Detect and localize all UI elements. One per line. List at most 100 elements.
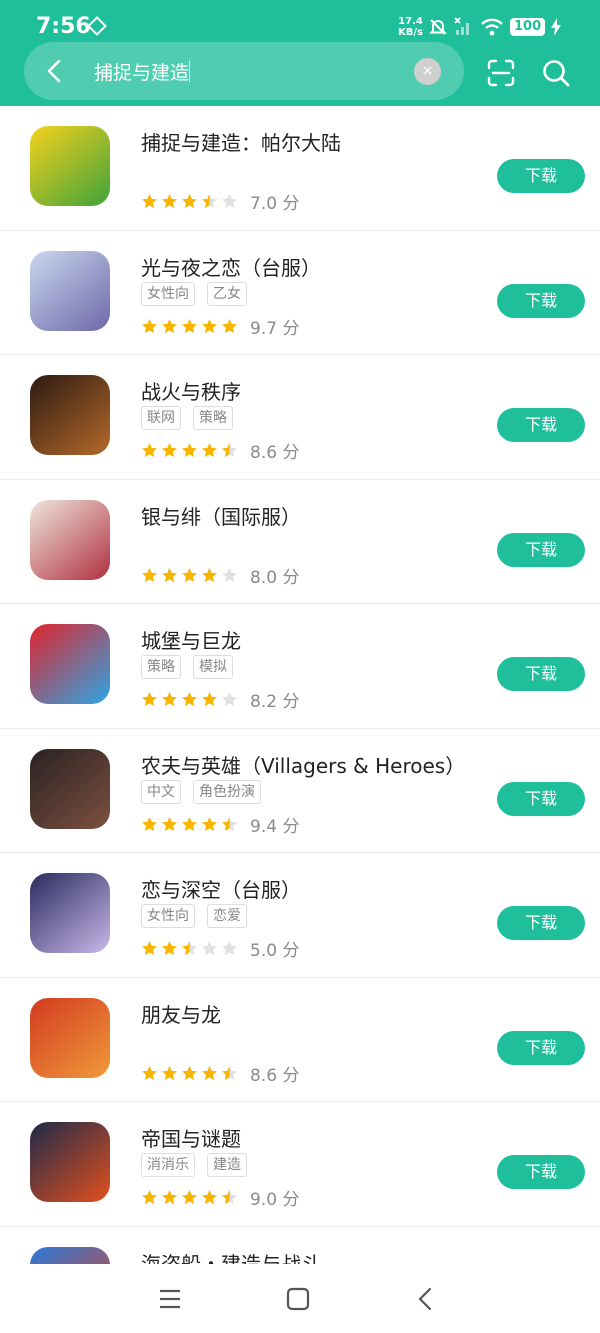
app-row[interactable]: 战火与秩序 联网 策略 8.6 分 下载 (0, 355, 600, 480)
score-unit: 分 (277, 816, 300, 837)
star-empty-icon (222, 941, 237, 956)
app-icon[interactable] (30, 1122, 110, 1202)
download-button[interactable]: 下载 (497, 1155, 585, 1189)
app-icon[interactable] (30, 748, 110, 829)
star-full-icon (142, 1190, 157, 1205)
star-full-icon (202, 443, 217, 458)
star-full-icon (182, 1190, 197, 1205)
score-value: 8.6 (250, 1065, 278, 1086)
app-score: 7.0 分 (250, 189, 299, 214)
app-row[interactable]: 恋与深空（台服） 女性向 恋爱 5.0 分 下载 (0, 853, 600, 978)
app-icon[interactable] (30, 499, 110, 580)
app-icon[interactable] (30, 375, 110, 455)
score-unit: 分 (277, 443, 300, 463)
app-name[interactable]: 海盗船・建造与战斗 (141, 1248, 321, 1265)
app-name[interactable]: 城堡与巨龙 (141, 625, 241, 654)
app-icon[interactable] (30, 997, 110, 1078)
star-full-icon (142, 692, 157, 707)
app-rating: 7.0 分 (141, 189, 299, 214)
app-rating: 8.2 分 (141, 687, 299, 712)
scan-icon[interactable] (486, 58, 516, 88)
app-icon[interactable] (30, 624, 110, 704)
back-icon[interactable] (411, 1284, 441, 1314)
score-value: 7.0 (250, 194, 278, 214)
app-name[interactable]: 战火与秩序 (141, 376, 241, 405)
app-rating: 9.4 分 (141, 812, 299, 837)
app-name[interactable]: 银与绯（国际服） (141, 501, 301, 530)
star-full-icon (182, 443, 197, 458)
app-score: 8.6 分 (250, 1061, 299, 1086)
app-name[interactable]: 恋与深空（台服） (141, 874, 301, 903)
app-row[interactable]: 光与夜之恋（台服） 女性向 乙女 9.7 分 下载 (0, 231, 600, 355)
app-tag: 联网 (141, 406, 181, 430)
score-value: 8.2 (250, 692, 278, 712)
home-icon[interactable] (283, 1284, 313, 1314)
app-name[interactable]: 帝国与谜题 (141, 1123, 241, 1152)
signal-icon (454, 17, 469, 35)
app-tag: 策略 (193, 406, 233, 430)
star-full-icon (162, 692, 177, 707)
star-full-icon (202, 692, 217, 707)
score-value: 5.0 (250, 941, 278, 961)
score-value: 8.6 (250, 443, 278, 463)
app-row[interactable]: 海盗船・建造与战斗 (0, 1227, 600, 1265)
star-full-icon (202, 1065, 217, 1080)
app-name[interactable]: 光与夜之恋（台服） (141, 252, 321, 281)
back-arrow-icon[interactable] (40, 56, 70, 86)
download-button[interactable]: 下载 (497, 657, 585, 691)
menu-icon[interactable] (155, 1284, 185, 1314)
app-name[interactable]: 朋友与龙 (141, 999, 221, 1028)
star-full-icon (222, 318, 237, 333)
search-bar[interactable]: 捕捉与建造 × (24, 42, 464, 100)
app-name[interactable]: 农夫与英雄（Villagers & Heroes） (141, 750, 465, 779)
star-empty-icon (222, 194, 237, 209)
clear-search-button[interactable]: × (414, 58, 441, 85)
app-score: 8.0 分 (250, 563, 299, 588)
app-row[interactable]: 朋友与龙 8.6 分 下载 (0, 978, 600, 1102)
download-button[interactable]: 下载 (497, 906, 585, 940)
app-row[interactable]: 农夫与英雄（Villagers & Heroes） 中文 角色扮演 9.4 分 下载 (0, 729, 600, 853)
star-full-icon (162, 941, 177, 956)
score-unit: 分 (277, 692, 300, 712)
app-icon[interactable] (30, 126, 110, 206)
score-value: 9.4 (250, 816, 278, 837)
app-icon[interactable] (30, 250, 110, 331)
app-row[interactable]: 捕捉与建造：帕尔大陆 7.0 分 下载 (0, 106, 600, 231)
search-results-list[interactable]: 捕捉与建造：帕尔大陆 7.0 分下载 光与夜之恋（台服） 女性向 乙女 9.7 分下载 战火… (0, 106, 600, 1264)
star-full-icon (142, 567, 157, 582)
search-icon[interactable] (541, 58, 571, 88)
star-full-icon (202, 318, 217, 333)
app-row[interactable]: 银与绯（国际服） 8.0 分 下载 (0, 480, 600, 604)
app-tag: 模拟 (193, 655, 233, 679)
star-full-icon (182, 194, 197, 209)
download-button[interactable]: 下载 (497, 408, 585, 442)
app-tags: 消消乐 建造 (141, 1153, 247, 1177)
app-tags: 中文 角色扮演 (141, 779, 261, 804)
score-unit: 分 (277, 318, 300, 339)
app-name[interactable]: 捕捉与建造：帕尔大陆 (141, 127, 341, 156)
app-tags: 女性向 乙女 (141, 281, 247, 306)
app-row[interactable]: 城堡与巨龙 策略 模拟 8.2 分 下载 (0, 604, 600, 729)
app-tag: 恋爱 (207, 904, 247, 928)
download-button[interactable]: 下载 (497, 532, 585, 567)
search-query: 捕捉与建造 (94, 62, 190, 84)
star-full-icon (142, 443, 157, 458)
score-unit: 分 (277, 194, 300, 214)
app-row[interactable]: 帝国与谜题 消消乐 建造 9.0 分 下载 (0, 1102, 600, 1227)
app-tag: 中文 (141, 779, 181, 804)
download-button[interactable]: 下载 (497, 781, 585, 816)
search-input[interactable]: 捕捉与建造 (94, 58, 191, 85)
app-rating: 8.0 分 (141, 563, 299, 588)
star-full-icon (162, 567, 177, 582)
app-icon[interactable] (30, 873, 110, 953)
score-value: 9.0 (250, 1190, 278, 1210)
star-full-icon (182, 692, 197, 707)
star-empty-icon (222, 567, 237, 582)
download-button[interactable]: 下载 (497, 283, 585, 318)
star-full-icon (202, 1190, 217, 1205)
system-nav-bar (0, 1264, 600, 1333)
download-button[interactable]: 下载 (497, 159, 585, 193)
app-icon[interactable] (30, 1246, 110, 1264)
download-button[interactable]: 下载 (497, 1030, 585, 1065)
app-tag: 女性向 (141, 904, 195, 928)
